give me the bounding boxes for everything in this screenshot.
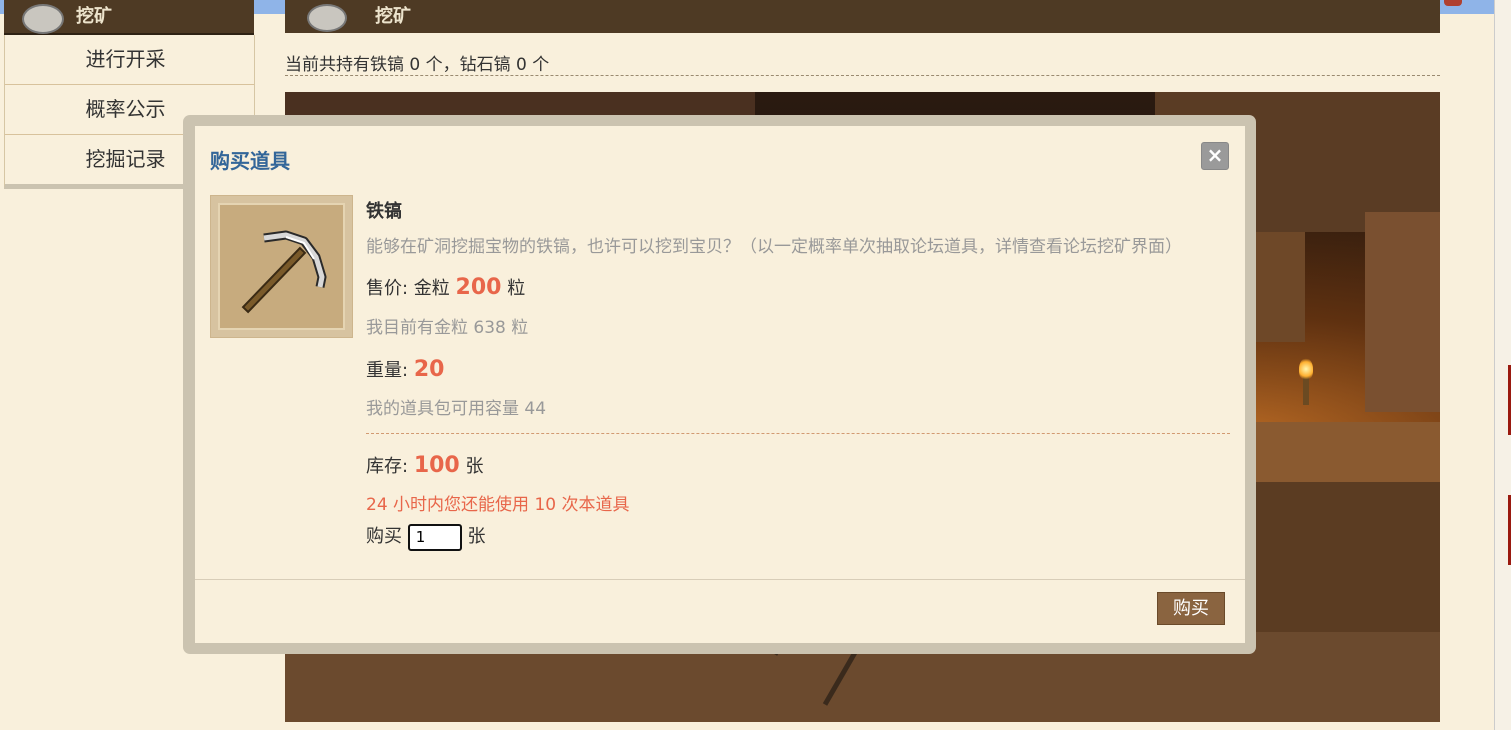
- weight-label: 重量:: [366, 360, 409, 381]
- toolbar-icon: [1444, 0, 1462, 6]
- sidebar-item-mining[interactable]: 进行开采: [5, 35, 254, 85]
- dialog-title: 购买道具: [210, 149, 290, 173]
- owned-pickaxes-text: 当前共持有铁镐 0 个，钻石镐 0 个: [285, 50, 1440, 76]
- weight-value: 20: [413, 357, 445, 382]
- quantity-input[interactable]: [407, 523, 462, 551]
- buy-item-dialog: 购买道具 × 铁镐 能够在矿洞挖掘宝物的铁镐，也许可以挖到宝贝？（以一定概率单次…: [195, 126, 1245, 643]
- item-name: 铁镐: [366, 201, 402, 222]
- iron-pickaxe-icon: [241, 230, 327, 314]
- buy-label: 购买: [366, 526, 402, 547]
- sidebar-header-title: 挖矿: [76, 6, 112, 27]
- stock-label: 库存:: [366, 456, 409, 477]
- section-divider: [366, 433, 1230, 434]
- price-label: 售价: 金粒: [366, 278, 450, 299]
- main-header: 挖矿: [285, 0, 1440, 33]
- price-unit: 粒: [507, 278, 526, 299]
- item-description: 能够在矿洞挖掘宝物的铁镐，也许可以挖到宝贝？（以一定概率单次抽取论坛道具，详情查…: [366, 237, 1182, 257]
- item-image: [210, 195, 353, 338]
- stock-value: 100: [413, 453, 460, 478]
- my-gold-text: 我目前有金粒 638 粒: [366, 318, 529, 338]
- stock-row: 库存: 100 张: [366, 452, 483, 478]
- miner-icon: [22, 4, 64, 34]
- buy-quantity-row: 购买 张: [366, 522, 485, 551]
- stock-unit: 张: [465, 456, 484, 477]
- torch-flame-icon: [1299, 358, 1313, 380]
- dialog-footer-divider: [195, 579, 1245, 580]
- main-header-title: 挖矿: [375, 6, 411, 27]
- rock-block: [1245, 422, 1440, 482]
- rock-block: [1365, 212, 1440, 412]
- ground-block: [1235, 482, 1440, 632]
- page-scrollbar[interactable]: [1494, 0, 1511, 730]
- buy-button[interactable]: 购买: [1157, 592, 1225, 625]
- miner-icon: [307, 4, 347, 32]
- sidebar-header: 挖矿: [4, 0, 254, 35]
- bag-capacity-text: 我的道具包可用容量 44: [366, 399, 547, 419]
- price-row: 售价: 金粒 200 粒: [366, 274, 525, 300]
- daily-limit-text: 24 小时内您还能使用 10 次本道具: [366, 495, 630, 515]
- price-value: 200: [455, 275, 502, 300]
- close-button[interactable]: ×: [1201, 142, 1229, 170]
- buy-unit: 张: [467, 526, 486, 547]
- weight-row: 重量: 20: [366, 356, 444, 382]
